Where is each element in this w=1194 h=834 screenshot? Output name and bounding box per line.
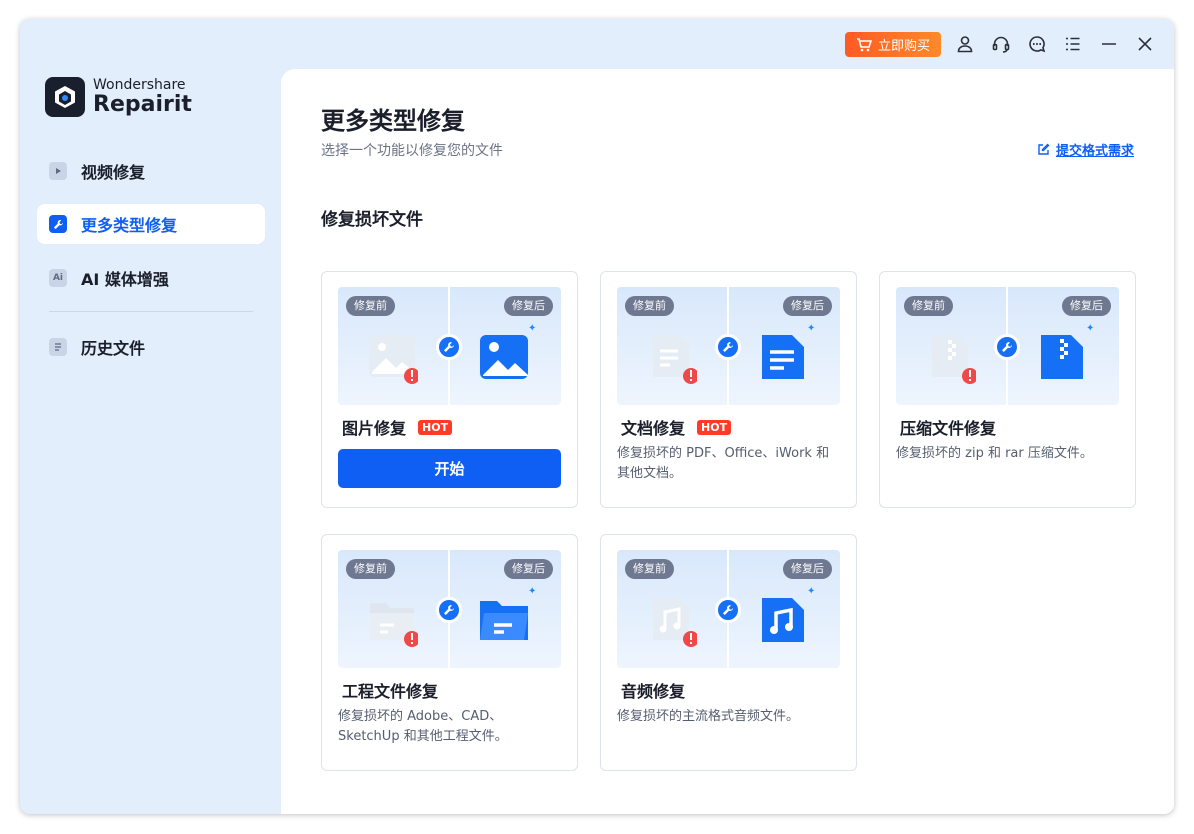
card-illustration: 修复前 修复后 ✦ — [338, 550, 561, 668]
sparkle-icon: ✦ — [528, 586, 537, 597]
sidebar-item-label: 视频修复 — [81, 163, 146, 182]
after-badge: 修复后 — [1062, 296, 1111, 316]
buy-now-button[interactable]: 立即购买 — [845, 32, 941, 57]
sidebar: Wondershare Repairit 视频修复 更多类型修复 Ai AI 媒… — [20, 69, 281, 814]
after-badge: 修复后 — [504, 296, 553, 316]
sidebar-item-video-repair[interactable]: 视频修复 — [37, 151, 265, 191]
headset-icon[interactable] — [991, 34, 1011, 54]
broken-image-icon — [369, 335, 418, 384]
hot-badge: HOT — [418, 419, 453, 435]
app-window: 立即购买 Wondershare Repairit 视频修复 更多类型修复 Ai… — [20, 19, 1174, 814]
sparkle-icon: ✦ — [807, 323, 816, 334]
folder-icon — [480, 601, 528, 640]
wrench-icon — [49, 215, 67, 233]
page-subtitle: 选择一个功能以修复您的文件 — [321, 143, 503, 159]
music-icon — [762, 598, 804, 642]
repairit-logo-icon — [45, 77, 85, 117]
sidebar-divider — [49, 311, 253, 312]
broken-document-icon — [653, 335, 697, 384]
submit-format-request-label: 提交格式需求 — [1055, 144, 1134, 159]
brand-line1: Wondershare — [93, 77, 186, 93]
card-title: 音频修复 — [621, 678, 685, 702]
before-badge: 修复前 — [346, 559, 395, 579]
title-bar: 立即购买 — [20, 19, 1174, 69]
sidebar-item-label: 历史文件 — [81, 339, 146, 358]
card-title: 压缩文件修复 — [900, 415, 996, 439]
card-title: 文档修复 HOT — [621, 415, 732, 439]
main-panel: 更多类型修复 选择一个功能以修复您的文件 提交格式需求 修复损坏文件 修复前 修… — [281, 69, 1174, 814]
card-description: 修复损坏的 Adobe、CAD、SketchUp 和其他工程文件。 — [338, 709, 508, 744]
edit-icon — [1038, 143, 1050, 155]
sidebar-item-label: AI 媒体增强 — [81, 270, 169, 289]
document-icon — [762, 335, 804, 379]
card-illustration: 修复前 修复后 ✦ — [896, 287, 1119, 405]
after-badge: 修复后 — [783, 559, 832, 579]
card-title-text: 文档修复 — [621, 419, 686, 438]
card-illustration: 修复前 修复后 ✦ — [617, 550, 840, 668]
app-logo: Wondershare Repairit — [45, 77, 192, 117]
image-icon — [480, 335, 528, 379]
repair-wrench-icon — [436, 597, 462, 623]
buy-now-label: 立即购买 — [877, 39, 930, 54]
card-description: 修复损坏的主流格式音频文件。 — [617, 709, 800, 724]
account-icon[interactable] — [955, 34, 975, 54]
page-title: 更多类型修复 — [321, 107, 465, 135]
card-title: 图片修复 HOT — [342, 415, 453, 439]
card-description: 修复损坏的 PDF、Office、iWork 和其他文档。 — [617, 446, 830, 481]
hot-badge: HOT — [697, 419, 732, 435]
repair-wrench-icon — [436, 334, 462, 360]
before-badge: 修复前 — [346, 296, 395, 316]
section-title: 修复损坏文件 — [321, 210, 423, 230]
sidebar-item-ai-enhance[interactable]: Ai AI 媒体增强 — [37, 258, 265, 298]
repair-wrench-icon — [994, 334, 1020, 360]
menu-icon[interactable] — [1063, 34, 1083, 54]
broken-zip-icon — [932, 335, 976, 384]
after-badge: 修复后 — [783, 296, 832, 316]
sidebar-item-label: 更多类型修复 — [81, 216, 178, 235]
broken-audio-icon — [653, 598, 697, 647]
sparkle-icon: ✦ — [807, 586, 816, 597]
repair-wrench-icon — [715, 597, 741, 623]
history-icon — [49, 338, 67, 356]
card-image-repair[interactable]: 修复前 修复后 ✦ 图片修复 HOT 开始 — [321, 271, 578, 508]
card-title-text: 工程文件修复 — [342, 682, 439, 701]
before-badge: 修复前 — [625, 296, 674, 316]
ai-icon: Ai — [49, 269, 67, 287]
broken-folder-icon — [370, 603, 418, 647]
card-description: 修复损坏的 zip 和 rar 压缩文件。 — [896, 446, 1093, 461]
sidebar-item-more-repair[interactable]: 更多类型修复 — [37, 204, 265, 244]
minimize-icon[interactable] — [1099, 34, 1119, 54]
repair-wrench-icon — [715, 334, 741, 360]
card-title-text: 音频修复 — [621, 682, 686, 701]
after-badge: 修复后 — [504, 559, 553, 579]
card-illustration: 修复前 修复后 ✦ — [617, 287, 840, 405]
chat-icon[interactable] — [1027, 34, 1047, 54]
zip-icon — [1041, 335, 1083, 379]
sparkle-icon: ✦ — [1086, 323, 1095, 334]
before-badge: 修复前 — [904, 296, 953, 316]
card-document-repair[interactable]: 修复前 修复后 ✦ 文档修复 HOT 修复损坏的 PDF、Office、iWor… — [600, 271, 857, 508]
brand-line2: Repairit — [93, 92, 192, 117]
card-illustration: 修复前 修复后 ✦ — [338, 287, 561, 405]
card-title-text: 图片修复 — [342, 419, 407, 438]
card-project-repair[interactable]: 修复前 修复后 ✦ 工程文件修复 修复损坏的 Adobe、CAD、SketchU… — [321, 534, 578, 771]
card-audio-repair[interactable]: 修复前 修复后 ✦ 音频修复 修复损坏的主流格式音频文件。 — [600, 534, 857, 771]
start-button[interactable]: 开始 — [338, 449, 561, 488]
before-badge: 修复前 — [625, 559, 674, 579]
video-icon — [49, 162, 67, 180]
sidebar-item-history[interactable]: 历史文件 — [37, 327, 265, 367]
sparkle-icon: ✦ — [528, 323, 537, 334]
card-title-text: 压缩文件修复 — [900, 419, 997, 438]
card-title: 工程文件修复 — [342, 678, 438, 702]
submit-format-request-link[interactable]: 提交格式需求 — [1037, 140, 1134, 159]
cart-icon — [856, 37, 872, 51]
card-zip-repair[interactable]: 修复前 修复后 ✦ 压缩文件修复 修复损坏的 zip 和 rar 压缩文件。 — [879, 271, 1136, 508]
close-icon[interactable] — [1135, 34, 1155, 54]
